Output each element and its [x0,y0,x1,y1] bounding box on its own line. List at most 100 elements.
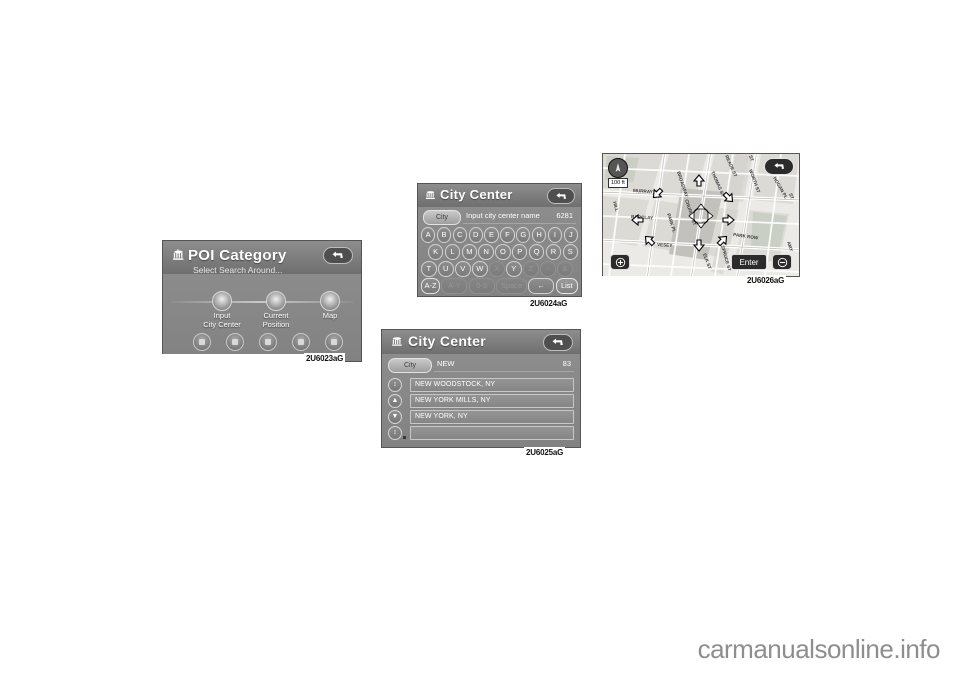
key-[interactable]: - [540,261,556,277]
key-[interactable]: ← [528,278,555,294]
scrollbar-track[interactable] [402,395,406,407]
city-name-input[interactable]: NEW 83 [434,358,574,372]
poi-category-button-row [193,333,343,351]
city-tag-button[interactable]: City [388,358,432,373]
caption-bar [162,354,304,365]
key-[interactable]: & [557,261,573,277]
key-u[interactable]: U [438,261,454,277]
target-icon [212,291,232,311]
city-center-icon [425,191,435,199]
key-j[interactable]: J [563,227,578,243]
poi-option-current-position[interactable]: Current Position [249,291,303,329]
map-screen: BROADWAY CHURCH ST THOMAS ST WORTH ST HO… [602,153,800,277]
key-v[interactable]: V [455,261,471,277]
key-y[interactable]: Y [506,261,522,277]
key-h[interactable]: H [531,227,547,243]
scroll-button[interactable]: ▼ [388,409,402,424]
key-s[interactable]: S [562,244,578,260]
key-d[interactable]: D [468,227,483,243]
key-o[interactable]: O [495,244,511,260]
key-a[interactable]: A [421,227,436,243]
city-center-keyboard-screen: City Center City Input city center name … [417,183,582,297]
scrollbar-track[interactable] [402,379,406,391]
poi-category-button[interactable] [193,333,211,351]
city-center-list-screen: City Center City NEW 83 ↕ NEW WOODSTOCK, … [381,329,581,448]
list-item[interactable]: NEW YORK MILLS, NY [410,393,574,408]
key-0-9[interactable]: 0-9 [468,278,495,294]
key-t[interactable]: T [421,261,437,277]
north-arrow-icon [615,163,621,172]
key-x[interactable]: X [489,261,505,277]
figure-caption: 2U6026aG [745,275,787,286]
poi-category-button[interactable] [226,333,244,351]
keyboard-row: T U V W X Y Z - & [421,261,578,277]
key-m[interactable]: M [461,244,477,260]
zoom-in-button[interactable] [610,254,630,270]
match-count: 6281 [556,211,573,220]
key-k[interactable]: K [428,244,444,260]
key-l[interactable]: L [444,244,461,260]
city-name-input[interactable]: Input city center name 6281 [463,210,576,224]
page-title: POI Category [188,247,287,264]
enter-button[interactable]: Enter [731,254,767,270]
page-title: City Center [440,187,513,202]
zoom-out-button[interactable] [772,254,792,270]
key-b[interactable]: B [436,227,452,243]
scrollbar-track[interactable] [402,411,406,423]
list-item[interactable]: NEW WOODSTOCK, NY [410,377,574,392]
key-n[interactable]: N [478,244,494,260]
key-e[interactable]: E [484,227,499,243]
figure-caption: 2U6024aG [528,298,570,309]
key-list[interactable]: List [555,278,578,294]
key-f[interactable]: F [500,227,515,243]
keyboard-row: A-Z A-Y 0-9 Space ← List [421,278,578,294]
list-row: ▼ NEW YORK, NY [388,409,574,424]
key-a-y[interactable]: A-Y [441,278,468,294]
key-c[interactable]: C [452,227,468,243]
back-button[interactable] [323,247,353,264]
entry-row: City Input city center name 6281 [423,210,576,225]
list-item-label: NEW YORK, NY [415,413,468,421]
key-space[interactable]: Space [496,278,527,294]
poi-category-button[interactable] [259,333,277,351]
key-z[interactable]: Z [523,261,539,277]
poi-option-input-city-center[interactable]: Input City Center [195,291,249,329]
key-p[interactable]: P [512,244,528,260]
compass-icon[interactable] [608,158,628,178]
key-w[interactable]: W [472,261,488,277]
page-title: City Center [408,333,486,349]
key-i[interactable]: I [547,227,563,243]
poi-option-map[interactable]: Map [303,291,357,321]
scrollbar-thumb[interactable] [403,435,406,439]
zoom-out-icon [777,257,787,267]
input-placeholder: Input city center name [466,211,540,220]
poi-option-label-line2: Position [262,319,290,329]
city-tag-button[interactable]: City [423,210,461,225]
list-item-label: NEW YORK MILLS, NY [415,397,491,405]
scroll-button[interactable]: ▲ [388,393,402,408]
map-scale: 100 ft [608,178,628,188]
back-button[interactable] [764,158,794,175]
poi-category-button[interactable] [292,333,310,351]
scroll-button[interactable]: ↕ [388,425,402,440]
map-pin-icon [320,291,340,311]
back-arrow-icon [773,162,784,169]
list-item[interactable]: NEW YORK, NY [410,409,574,424]
site-watermark: carmanualsonline.info [697,634,941,664]
key-a-z[interactable]: A-Z [421,278,440,294]
scrollbar-track[interactable] [402,427,406,439]
scroll-button[interactable]: ↕ [388,377,402,392]
back-arrow-icon [332,251,343,258]
list-row: ↕ [388,425,574,440]
key-q[interactable]: Q [528,244,545,260]
back-button[interactable] [547,188,575,204]
caption-bar [602,276,745,287]
list-item[interactable] [410,425,574,440]
poi-category-button[interactable] [325,333,343,351]
back-button[interactable] [543,334,573,351]
match-count: 83 [562,359,571,368]
keyboard-row: ABCDEFGHIJ [421,227,578,243]
key-r[interactable]: R [545,244,562,260]
entry-row: City NEW 83 [388,358,574,373]
key-g[interactable]: G [516,227,531,243]
